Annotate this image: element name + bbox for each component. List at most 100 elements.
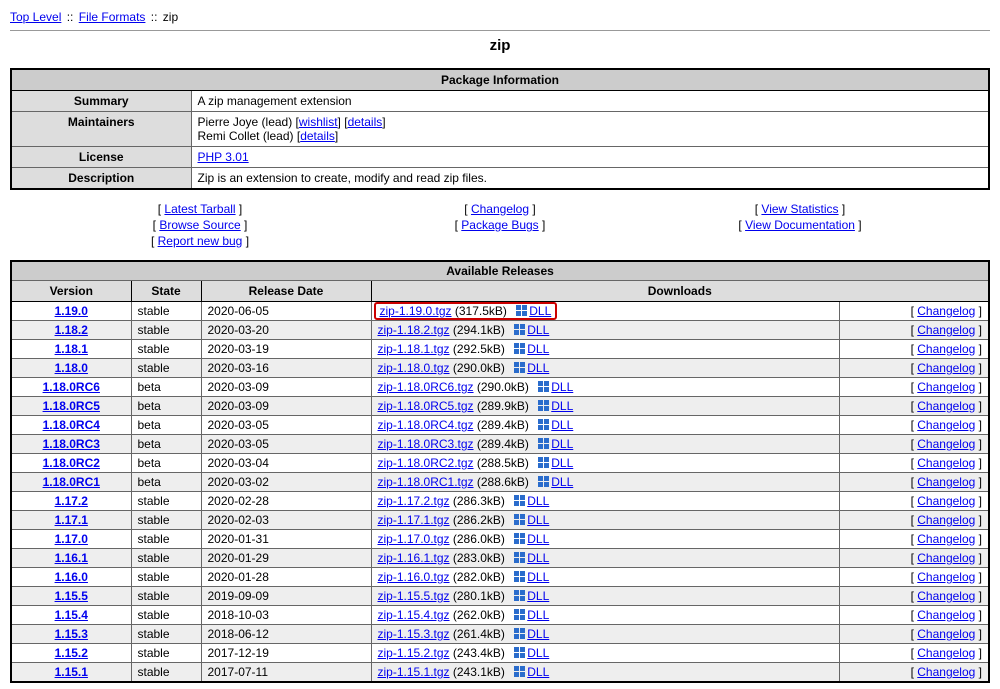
row-changelog-link[interactable]: Changelog xyxy=(917,399,975,413)
version-link[interactable]: 1.18.0RC3 xyxy=(43,437,100,451)
row-changelog-link[interactable]: Changelog xyxy=(917,570,975,584)
dll-link[interactable]: DLL xyxy=(527,665,549,679)
download-tgz-link[interactable]: zip-1.15.1.tgz xyxy=(378,665,450,679)
dll-link[interactable]: DLL xyxy=(551,456,573,470)
download-tgz-link[interactable]: zip-1.15.5.tgz xyxy=(378,589,450,603)
dll-link[interactable]: DLL xyxy=(527,551,549,565)
download-cell: zip-1.17.2.tgz (286.3kB) DLL xyxy=(371,492,839,511)
row-changelog-link[interactable]: Changelog xyxy=(917,304,975,318)
version-link[interactable]: 1.18.0 xyxy=(55,361,88,375)
version-link[interactable]: 1.18.1 xyxy=(55,342,88,356)
version-link[interactable]: 1.17.0 xyxy=(55,532,88,546)
download-tgz-link[interactable]: zip-1.18.0RC2.tgz xyxy=(378,456,474,470)
row-changelog-link[interactable]: Changelog xyxy=(917,665,975,679)
download-tgz-link[interactable]: zip-1.18.0RC5.tgz xyxy=(378,399,474,413)
version-link[interactable]: 1.17.1 xyxy=(55,513,88,527)
row-changelog-link[interactable]: Changelog xyxy=(917,627,975,641)
dll-link[interactable]: DLL xyxy=(527,532,549,546)
dll-link[interactable]: DLL xyxy=(551,380,573,394)
version-link[interactable]: 1.16.0 xyxy=(55,570,88,584)
row-changelog-link[interactable]: Changelog xyxy=(917,323,975,337)
download-tgz-link[interactable]: zip-1.17.2.tgz xyxy=(378,494,450,508)
dll-link[interactable]: DLL xyxy=(529,304,551,318)
version-link[interactable]: 1.18.2 xyxy=(55,323,88,337)
row-changelog-link[interactable]: Changelog xyxy=(917,532,975,546)
version-link[interactable]: 1.17.2 xyxy=(55,494,88,508)
report-bug-link[interactable]: Report new bug xyxy=(158,234,243,248)
dll-link[interactable]: DLL xyxy=(527,570,549,584)
version-link[interactable]: 1.15.4 xyxy=(55,608,88,622)
version-link[interactable]: 1.18.0RC2 xyxy=(43,456,100,470)
row-changelog-link[interactable]: Changelog xyxy=(917,361,975,375)
license-link[interactable]: PHP 3.01 xyxy=(198,150,249,164)
breadcrumb-formats[interactable]: File Formats xyxy=(79,10,146,24)
view-docs-link[interactable]: View Documentation xyxy=(745,218,855,232)
date-value: 2017-07-11 xyxy=(201,663,371,683)
download-tgz-link[interactable]: zip-1.18.0RC1.tgz xyxy=(378,475,474,489)
dll-link[interactable]: DLL xyxy=(551,437,573,451)
view-stats-link[interactable]: View Statistics xyxy=(761,202,838,216)
dll-link[interactable]: DLL xyxy=(527,589,549,603)
row-changelog-link[interactable]: Changelog xyxy=(917,551,975,565)
download-tgz-link[interactable]: zip-1.18.2.tgz xyxy=(378,323,450,337)
download-tgz-link[interactable]: zip-1.15.4.tgz xyxy=(378,608,450,622)
download-tgz-link[interactable]: zip-1.18.0.tgz xyxy=(378,361,450,375)
row-changelog-link[interactable]: Changelog xyxy=(917,342,975,356)
download-tgz-link[interactable]: zip-1.18.0RC3.tgz xyxy=(378,437,474,451)
download-tgz-link[interactable]: zip-1.17.0.tgz xyxy=(378,532,450,546)
version-link[interactable]: 1.15.3 xyxy=(55,627,88,641)
download-tgz-link[interactable]: zip-1.17.1.tgz xyxy=(378,513,450,527)
row-changelog-link[interactable]: Changelog xyxy=(917,380,975,394)
row-changelog-link[interactable]: Changelog xyxy=(917,494,975,508)
changelog-link[interactable]: Changelog xyxy=(471,202,529,216)
row-changelog-link[interactable]: Changelog xyxy=(917,437,975,451)
version-link[interactable]: 1.15.5 xyxy=(55,589,88,603)
row-changelog-link[interactable]: Changelog xyxy=(917,513,975,527)
windows-icon xyxy=(514,609,525,620)
dll-link[interactable]: DLL xyxy=(527,627,549,641)
download-tgz-link[interactable]: zip-1.18.0RC6.tgz xyxy=(378,380,474,394)
dll-link[interactable]: DLL xyxy=(551,418,573,432)
date-value: 2020-01-28 xyxy=(201,568,371,587)
dll-link[interactable]: DLL xyxy=(527,513,549,527)
row-changelog-link[interactable]: Changelog xyxy=(917,418,975,432)
wishlist-link[interactable]: wishlist xyxy=(299,115,338,129)
dll-link[interactable]: DLL xyxy=(527,494,549,508)
download-tgz-link[interactable]: zip-1.16.0.tgz xyxy=(378,570,450,584)
state-value: stable xyxy=(131,587,201,606)
download-tgz-link[interactable]: zip-1.15.2.tgz xyxy=(378,646,450,660)
dll-link[interactable]: DLL xyxy=(551,399,573,413)
row-changelog-link[interactable]: Changelog xyxy=(917,475,975,489)
version-link[interactable]: 1.18.0RC6 xyxy=(43,380,100,394)
dll-link[interactable]: DLL xyxy=(527,342,549,356)
breadcrumb-sep: :: xyxy=(67,10,74,24)
download-tgz-link[interactable]: zip-1.18.1.tgz xyxy=(378,342,450,356)
dll-link[interactable]: DLL xyxy=(551,475,573,489)
dll-link[interactable]: DLL xyxy=(527,323,549,337)
table-row: 1.18.0RC1beta2020-03-02zip-1.18.0RC1.tgz… xyxy=(11,473,989,492)
details-link[interactable]: details xyxy=(300,129,335,143)
row-changelog-link[interactable]: Changelog xyxy=(917,456,975,470)
version-link[interactable]: 1.18.0RC1 xyxy=(43,475,100,489)
version-link[interactable]: 1.19.0 xyxy=(55,304,88,318)
package-bugs-link[interactable]: Package Bugs xyxy=(461,218,538,232)
dll-link[interactable]: DLL xyxy=(527,361,549,375)
row-changelog-link[interactable]: Changelog xyxy=(917,646,975,660)
version-link[interactable]: 1.18.0RC5 xyxy=(43,399,100,413)
row-changelog-link[interactable]: Changelog xyxy=(917,589,975,603)
details-link[interactable]: details xyxy=(348,115,383,129)
version-link[interactable]: 1.15.1 xyxy=(55,665,88,679)
dll-link[interactable]: DLL xyxy=(527,646,549,660)
latest-tarball-link[interactable]: Latest Tarball xyxy=(164,202,235,216)
dll-link[interactable]: DLL xyxy=(527,608,549,622)
browse-source-link[interactable]: Browse Source xyxy=(159,218,240,232)
version-link[interactable]: 1.15.2 xyxy=(55,646,88,660)
download-tgz-link[interactable]: zip-1.18.0RC4.tgz xyxy=(378,418,474,432)
download-tgz-link[interactable]: zip-1.15.3.tgz xyxy=(378,627,450,641)
version-link[interactable]: 1.18.0RC4 xyxy=(43,418,100,432)
download-tgz-link[interactable]: zip-1.19.0.tgz xyxy=(380,304,452,318)
version-link[interactable]: 1.16.1 xyxy=(55,551,88,565)
row-changelog-link[interactable]: Changelog xyxy=(917,608,975,622)
download-tgz-link[interactable]: zip-1.16.1.tgz xyxy=(378,551,450,565)
breadcrumb-top[interactable]: Top Level xyxy=(10,10,61,24)
